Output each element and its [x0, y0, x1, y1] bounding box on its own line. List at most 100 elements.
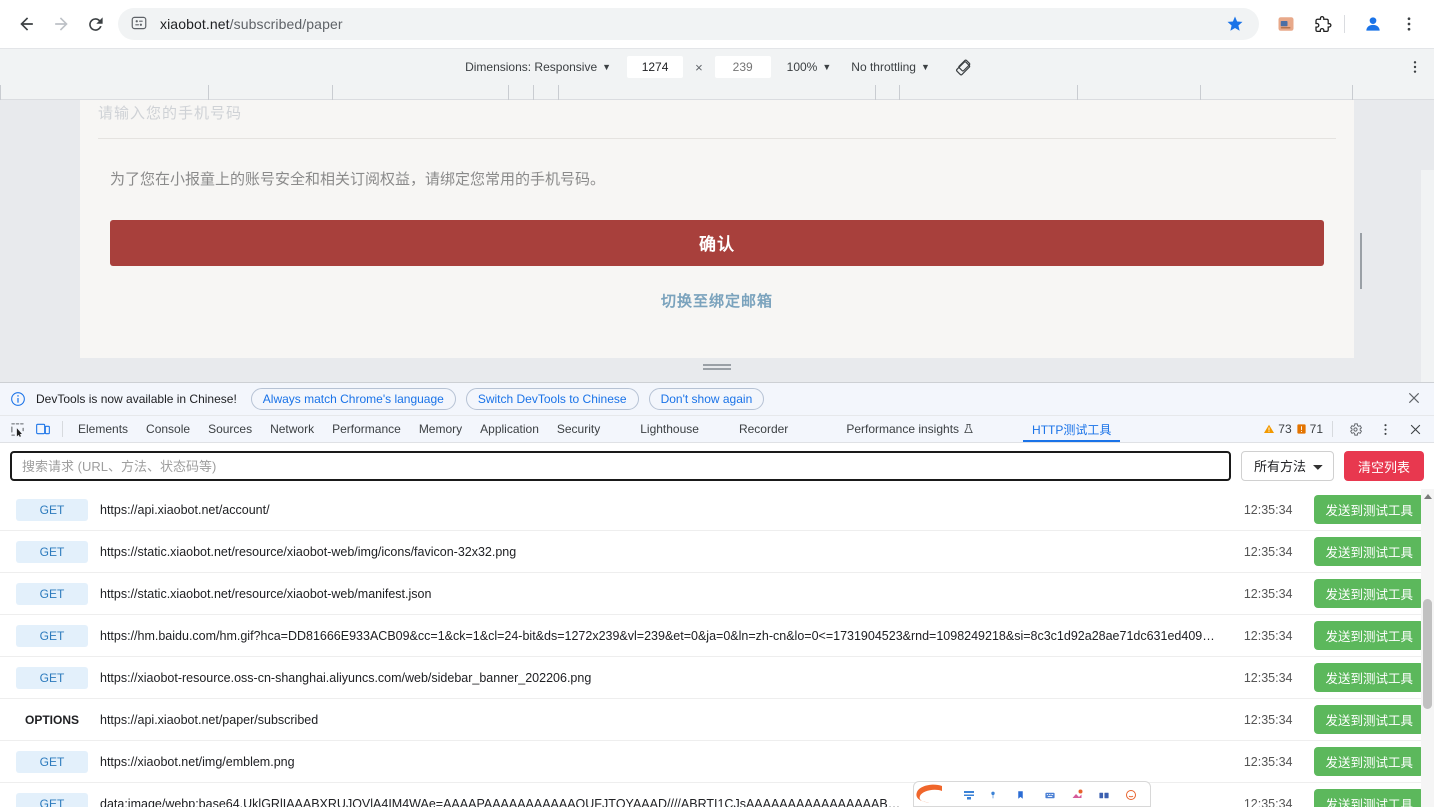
- bookmark-star-button[interactable]: [1221, 10, 1249, 38]
- tab-label: Performance: [332, 422, 401, 436]
- error-count-badge[interactable]: 71: [1296, 422, 1323, 436]
- table-row[interactable]: GET https://api.xiaobot.net/account/ 12:…: [0, 489, 1434, 531]
- profile-button[interactable]: [1358, 9, 1388, 39]
- warning-count-badge[interactable]: 73: [1263, 422, 1292, 436]
- extensions-button[interactable]: [1307, 9, 1337, 39]
- forward-arrow-icon: [55, 17, 68, 31]
- device-toolbar-more-button[interactable]: [1404, 56, 1426, 78]
- notification-dot-icon[interactable]: [1070, 788, 1084, 800]
- send-to-test-tool-button[interactable]: 发送到测试工具: [1314, 579, 1424, 608]
- emoji-icon[interactable]: [1124, 788, 1138, 800]
- device-emulation-toolbar: Dimensions: Responsive ▼ × 100% ▼ No thr…: [0, 48, 1434, 85]
- request-url: https://static.xiaobot.net/resource/xiao…: [100, 544, 517, 559]
- translate-icon[interactable]: [962, 788, 976, 800]
- tab-performance-insights[interactable]: Performance insights: [837, 416, 983, 442]
- tab-network[interactable]: Network: [261, 416, 323, 442]
- tab-elements[interactable]: Elements: [69, 416, 137, 442]
- chevron-down-icon: ▼: [920, 62, 930, 72]
- tab-http-test-tool[interactable]: HTTP测试工具: [1023, 416, 1120, 442]
- table-row[interactable]: GET https://xiaobot.net/img/emblem.png 1…: [0, 741, 1434, 783]
- reload-button[interactable]: [78, 7, 112, 41]
- chrome-menu-button[interactable]: [1394, 9, 1424, 39]
- dimensions-dropdown[interactable]: Dimensions: Responsive ▼: [461, 57, 615, 77]
- tab-label: Console: [146, 422, 191, 436]
- viewport-resize-handle-right[interactable]: [1360, 233, 1366, 289]
- gear-icon: [1349, 422, 1362, 436]
- scrollbar-thumb[interactable]: [1423, 599, 1432, 709]
- tab-performance[interactable]: Performance: [323, 416, 410, 442]
- http-filter-row: 所有方法 清空列表: [0, 443, 1434, 489]
- send-to-test-tool-button[interactable]: 发送到测试工具: [1314, 789, 1424, 807]
- rotate-device-icon: [955, 59, 971, 75]
- tab-recorder[interactable]: Recorder: [730, 416, 797, 442]
- tab-lighthouse[interactable]: Lighthouse: [631, 416, 708, 442]
- confirm-button[interactable]: 确认: [110, 219, 1324, 266]
- devtools-panel: DevTools is now available in Chinese! Al…: [0, 382, 1434, 807]
- rotate-device-button[interactable]: [954, 58, 973, 77]
- table-row[interactable]: GET https://hm.baidu.com/hm.gif?hca=DD81…: [0, 615, 1434, 657]
- address-bar[interactable]: xiaobot.net/subscribed/paper: [118, 8, 1259, 40]
- warning-triangle-icon: [1264, 424, 1275, 433]
- request-time: 12:35:34: [1243, 628, 1293, 643]
- always-match-language-button[interactable]: Always match Chrome's language: [250, 388, 456, 410]
- pin-icon[interactable]: [989, 788, 1003, 800]
- send-to-test-tool-button[interactable]: 发送到测试工具: [1314, 663, 1424, 692]
- zoom-dropdown[interactable]: 100% ▼: [783, 57, 836, 77]
- table-row[interactable]: GET https://static.xiaobot.net/resource/…: [0, 573, 1434, 615]
- switch-devtools-language-button[interactable]: Switch DevTools to Chinese: [465, 388, 639, 410]
- tab-memory[interactable]: Memory: [410, 416, 471, 442]
- table-row[interactable]: GET https://static.xiaobot.net/resource/…: [0, 531, 1434, 573]
- viewport-height-input[interactable]: [714, 56, 771, 78]
- search-input[interactable]: [10, 451, 1231, 481]
- bookmark-icon[interactable]: [1016, 788, 1030, 800]
- switch-to-email-link[interactable]: 切换至绑定邮箱: [98, 290, 1336, 311]
- keyboard-icon[interactable]: [1043, 788, 1057, 800]
- viewport-resize-handle-bottom[interactable]: [703, 364, 731, 370]
- forward-button[interactable]: [44, 7, 78, 41]
- request-url: https://xiaobot.net/img/emblem.png: [100, 754, 295, 769]
- devtools-settings-button[interactable]: [1342, 422, 1368, 437]
- tab-sources[interactable]: Sources: [199, 416, 261, 442]
- send-to-test-tool-button[interactable]: 发送到测试工具: [1314, 537, 1424, 566]
- table-row[interactable]: OPTIONS https://api.xiaobot.net/paper/su…: [0, 699, 1434, 741]
- grid-icon[interactable]: [1097, 788, 1111, 800]
- tab-label: HTTP测试工具: [1032, 422, 1112, 437]
- request-time: 12:35:34: [1243, 754, 1293, 769]
- request-url: https://api.xiaobot.net/paper/subscribed: [100, 712, 319, 727]
- send-to-test-tool-button[interactable]: 发送到测试工具: [1314, 621, 1424, 650]
- tab-console[interactable]: Console: [137, 416, 199, 442]
- floating-widget-logo-icon[interactable]: [912, 782, 952, 807]
- toggle-device-toolbar-button[interactable]: [30, 416, 56, 442]
- site-settings-icon[interactable]: [130, 14, 150, 34]
- error-count: 71: [1309, 422, 1323, 436]
- tab-security[interactable]: Security: [548, 416, 609, 442]
- throttling-dropdown[interactable]: No throttling ▼: [847, 57, 934, 77]
- send-to-test-tool-button[interactable]: 发送到测试工具: [1314, 747, 1424, 776]
- send-to-test-tool-button[interactable]: 发送到测试工具: [1314, 495, 1424, 524]
- tab-label: Sources: [208, 422, 253, 436]
- back-button[interactable]: [10, 7, 44, 41]
- table-row[interactable]: GET data:image/webp;base64,UklGRlIAAABXR…: [0, 783, 1434, 807]
- request-list-scrollbar[interactable]: [1421, 489, 1434, 807]
- banner-close-button[interactable]: [1406, 390, 1424, 408]
- dont-show-again-button[interactable]: Don't show again: [648, 388, 765, 410]
- three-dot-menu-icon: [1413, 61, 1417, 73]
- tab-application[interactable]: Application: [471, 416, 548, 442]
- tab-label: Performance insights: [846, 422, 960, 436]
- tabbar-divider: [62, 421, 63, 437]
- device-toolbar-icon: [36, 423, 50, 435]
- table-row[interactable]: GET https://xiaobot-resource.oss-cn-shan…: [0, 657, 1434, 699]
- send-to-test-tool-button[interactable]: 发送到测试工具: [1314, 705, 1424, 734]
- method-filter-select[interactable]: 所有方法: [1240, 451, 1334, 481]
- devtools-more-button[interactable]: [1372, 422, 1398, 437]
- extension-colored-icon[interactable]: [1271, 9, 1301, 39]
- viewport-width-input[interactable]: [627, 56, 684, 78]
- request-method-badge: GET: [16, 540, 88, 563]
- inspect-element-button[interactable]: [4, 416, 30, 442]
- request-url: https://api.xiaobot.net/account/: [100, 502, 270, 517]
- devtools-tabbar: Elements Console Sources Network Perform…: [0, 416, 1434, 443]
- devtools-close-button[interactable]: [1402, 422, 1428, 437]
- scroll-up-arrow-icon[interactable]: [1424, 494, 1432, 499]
- request-method-badge: GET: [16, 498, 88, 521]
- clear-list-button[interactable]: 清空列表: [1343, 451, 1424, 481]
